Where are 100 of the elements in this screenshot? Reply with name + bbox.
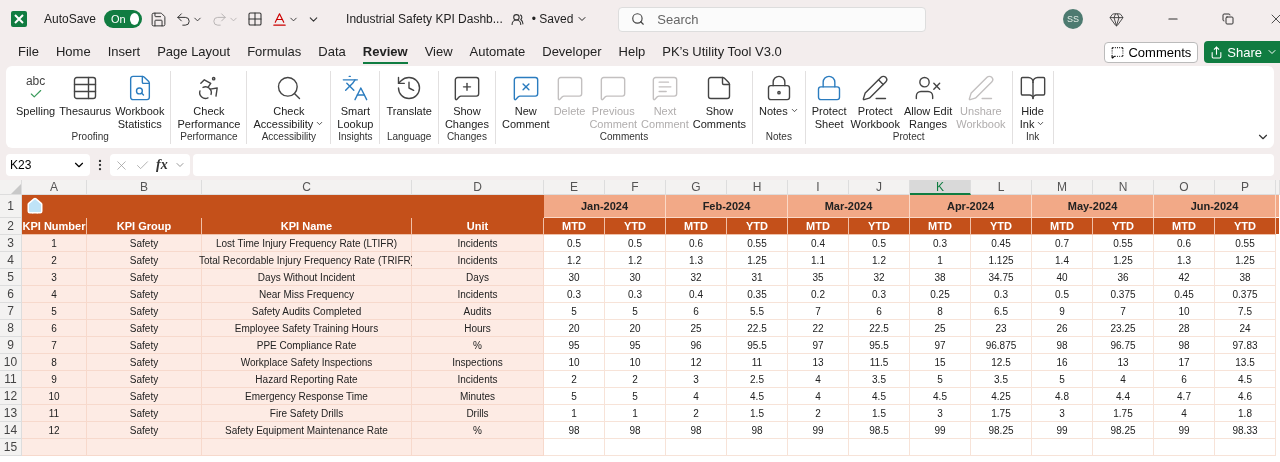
ribbon-button[interactable]: Check Performance: [175, 71, 243, 131]
row-header[interactable]: 11: [0, 371, 22, 388]
menu-tab[interactable]: View: [424, 40, 453, 64]
font-color-icon[interactable]: [271, 10, 300, 28]
table-cell: 2: [666, 405, 727, 422]
menu-tab[interactable]: Page Layout: [157, 40, 231, 64]
table-cell: 6: [666, 303, 727, 320]
ribbon-button[interactable]: Show Changes: [442, 71, 491, 131]
table-cell: 97.83: [1215, 337, 1276, 354]
ribbon-button[interactable]: abc Spelling: [14, 71, 58, 118]
ribbon-button[interactable]: Workbook Statistics: [113, 71, 167, 131]
autosave-toggle[interactable]: On: [104, 10, 143, 28]
row-header[interactable]: 3: [0, 235, 22, 252]
table-cell: 6.5: [971, 303, 1032, 320]
menu-tab[interactable]: File: [18, 40, 39, 64]
row-header[interactable]: 9: [0, 337, 22, 354]
row-header[interactable]: 15: [0, 439, 22, 456]
table-cell: 99: [788, 422, 849, 439]
menu-tab[interactable]: Insert: [107, 40, 141, 64]
row-header[interactable]: 8: [0, 320, 22, 337]
table-cell: 96: [666, 337, 727, 354]
table-cell: 1.3: [1154, 252, 1215, 269]
column-header[interactable]: M: [1032, 180, 1093, 195]
row-header[interactable]: 6: [0, 286, 22, 303]
row-header[interactable]: 7: [0, 303, 22, 320]
row-header[interactable]: 1: [0, 195, 22, 218]
table-cell: Safety Equipment Maintenance Rate: [202, 422, 412, 439]
dropdown-caret-icon[interactable]: [789, 106, 799, 115]
column-header[interactable]: K: [910, 180, 971, 195]
row-header[interactable]: 5: [0, 269, 22, 286]
column-header[interactable]: I: [788, 180, 849, 195]
column-header[interactable]: G: [666, 180, 727, 195]
save-icon[interactable]: [150, 10, 168, 28]
column-header[interactable]: C: [202, 180, 412, 195]
ribbon-button[interactable]: Protect Sheet: [809, 71, 849, 131]
dropdown-caret-icon[interactable]: [315, 119, 325, 128]
column-header[interactable]: J: [849, 180, 910, 195]
table-cell: 98.25: [971, 422, 1032, 439]
column-header[interactable]: F: [605, 180, 666, 195]
menu-tab[interactable]: PK’s Utility Tool V3.0: [662, 40, 782, 64]
share-button[interactable]: Share: [1204, 41, 1280, 63]
ribbon-button[interactable]: Check Accessibility: [251, 71, 327, 131]
menu-tab[interactable]: Review: [362, 40, 408, 64]
column-header[interactable]: O: [1154, 180, 1215, 195]
menu-tab[interactable]: Formulas: [247, 40, 302, 64]
table-cell: 5: [544, 388, 605, 405]
column-header[interactable]: P: [1215, 180, 1276, 195]
column-header[interactable]: E: [544, 180, 605, 195]
menu-tab[interactable]: Data: [318, 40, 346, 64]
row-header[interactable]: 10: [0, 354, 22, 371]
row-header[interactable]: 13: [0, 405, 22, 422]
row-header[interactable]: 2: [0, 218, 22, 235]
column-header[interactable]: B: [87, 180, 202, 195]
borders-icon[interactable]: [247, 11, 264, 27]
table-cell: 0.25: [910, 286, 971, 303]
row-header[interactable]: 12: [0, 388, 22, 405]
people-icon[interactable]: [510, 12, 524, 26]
saved-status[interactable]: • Saved: [531, 12, 589, 26]
undo-icon[interactable]: [175, 10, 204, 28]
ribbon-button[interactable]: Protect Workbook: [848, 71, 902, 131]
ribbon-button[interactable]: Allow Edit Ranges: [901, 71, 955, 131]
ribbon-button[interactable]: Show Comments: [690, 71, 748, 131]
home-icon[interactable]: [26, 197, 44, 215]
restore-icon[interactable]: [1222, 13, 1234, 25]
dropdown-caret-icon[interactable]: [1036, 119, 1046, 128]
search-input[interactable]: Search: [655, 10, 910, 28]
menu-tab[interactable]: Help: [618, 40, 646, 64]
row-header[interactable]: 4: [0, 252, 22, 269]
table-cell: 25: [910, 320, 971, 337]
search-field[interactable]: Search: [618, 6, 927, 32]
user-avatar[interactable]: SS: [1063, 9, 1083, 29]
menu-tab[interactable]: Automate: [469, 40, 526, 64]
name-box[interactable]: K23: [6, 154, 90, 176]
row-header[interactable]: 14: [0, 422, 22, 439]
ribbon-button[interactable]: Notes: [757, 71, 801, 118]
column-header[interactable]: A: [22, 180, 87, 195]
month-header: Mar-2024: [788, 195, 910, 218]
menu-tab[interactable]: Developer: [542, 40, 602, 64]
column-heading: MTD: [1154, 218, 1215, 235]
ribbon-button[interactable]: Thesaurus: [57, 71, 114, 118]
menu-tab[interactable]: Home: [55, 40, 91, 64]
table-cell: 34.75: [971, 269, 1032, 286]
column-header[interactable]: L: [971, 180, 1032, 195]
column-header[interactable]: D: [412, 180, 544, 195]
table-cell: 0.5: [849, 235, 910, 252]
ribbon-button[interactable]: Hide Ink: [1016, 71, 1049, 131]
comments-button[interactable]: Comments: [1104, 41, 1199, 63]
ribbon-button[interactable]: New Comment: [499, 71, 552, 131]
ribbon-button[interactable]: Smart Lookup: [335, 71, 376, 131]
insert-function-button[interactable]: fx: [156, 157, 168, 173]
ribbon-button[interactable]: Translate: [384, 71, 434, 118]
column-header[interactable]: N: [1093, 180, 1154, 195]
table-cell: 0.35: [727, 286, 788, 303]
diamond-icon[interactable]: [1109, 11, 1124, 27]
excel-logo-icon[interactable]: [10, 10, 28, 28]
table-cell: 4: [1154, 405, 1215, 422]
table-cell: 9: [22, 371, 87, 388]
table-cell: 6: [1154, 371, 1215, 388]
column-header[interactable]: H: [727, 180, 788, 195]
month-header: Jun-2024: [1154, 195, 1276, 218]
